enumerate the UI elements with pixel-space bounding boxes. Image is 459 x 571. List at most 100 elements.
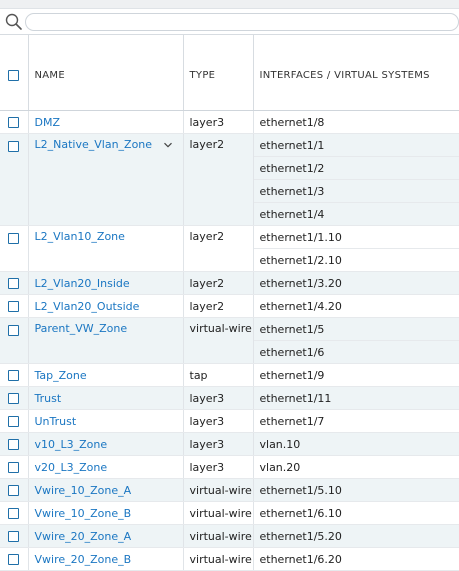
interface-cell: ethernet1/2.10 bbox=[253, 248, 459, 272]
row-select-cell bbox=[0, 386, 29, 410]
table-row[interactable]: L2_Vlan10_Zone layer2 ethernet1/1.10 bbox=[0, 225, 459, 272]
interface-cell: ethernet1/6 bbox=[253, 340, 459, 364]
table-row[interactable]: Tap_Zone tap ethernet1/9 bbox=[0, 363, 459, 387]
zone-name-link[interactable]: Vwire_20_Zone_A bbox=[35, 530, 132, 543]
search-icon[interactable] bbox=[4, 12, 24, 32]
row-checkbox[interactable] bbox=[8, 324, 20, 336]
table-row[interactable]: v20_L3_Zone layer3 vlan.20 bbox=[0, 455, 459, 479]
zone-type-cell: virtual-wire bbox=[183, 317, 254, 364]
zone-name-link[interactable]: Vwire_20_Zone_B bbox=[35, 553, 132, 566]
select-all-checkbox[interactable] bbox=[8, 69, 20, 81]
row-select-cell bbox=[0, 524, 29, 548]
row-checkbox[interactable] bbox=[8, 117, 20, 128]
table-row[interactable]: DMZ layer3 ethernet1/8 bbox=[0, 110, 459, 134]
column-header-interfaces[interactable]: INTERFACES / VIRTUAL SYSTEMS bbox=[253, 35, 459, 111]
interface-cell: ethernet1/5.10 bbox=[253, 478, 459, 502]
zone-name-link[interactable]: Tap_Zone bbox=[35, 369, 87, 382]
row-checkbox[interactable] bbox=[8, 439, 20, 450]
table-row[interactable]: Vwire_10_Zone_A virtual-wire ethernet1/5.1… bbox=[0, 478, 459, 502]
interface-cell: ethernet1/6.20 bbox=[253, 547, 459, 571]
row-checkbox[interactable] bbox=[8, 140, 20, 152]
row-checkbox[interactable] bbox=[8, 416, 20, 427]
zone-name-cell: DMZ bbox=[28, 110, 184, 134]
zone-name-link[interactable]: Trust bbox=[35, 392, 62, 405]
zone-name-wrapper: Vwire_10_Zone_B bbox=[35, 507, 183, 520]
zone-name-wrapper: DMZ bbox=[35, 116, 183, 129]
zone-type-cell: virtual-wire bbox=[183, 501, 254, 525]
zone-name-cell: Parent_VW_Zone bbox=[28, 317, 184, 364]
row-select-cell bbox=[0, 271, 29, 295]
row-select-cell bbox=[0, 133, 29, 226]
row-checkbox[interactable] bbox=[8, 508, 20, 519]
row-checkbox[interactable] bbox=[8, 278, 20, 289]
zone-name-link[interactable]: v20_L3_Zone bbox=[35, 461, 108, 474]
zone-name-wrapper: UnTrust bbox=[35, 415, 183, 428]
zone-name-wrapper: v20_L3_Zone bbox=[35, 461, 183, 474]
zone-name-link[interactable]: v10_L3_Zone bbox=[35, 438, 108, 451]
zone-type-cell: layer3 bbox=[183, 386, 254, 410]
column-header-name[interactable]: NAME bbox=[28, 35, 184, 111]
row-checkbox[interactable] bbox=[8, 301, 20, 312]
interface-cell: ethernet1/1 bbox=[253, 133, 459, 157]
row-checkbox[interactable] bbox=[8, 393, 20, 404]
search-input[interactable] bbox=[25, 12, 459, 31]
zone-name-wrapper: L2_Native_Vlan_Zone bbox=[35, 138, 183, 151]
column-header-type[interactable]: TYPE bbox=[183, 35, 254, 111]
zone-name-cell: UnTrust bbox=[28, 409, 184, 433]
table-row[interactable]: v10_L3_Zone layer3 vlan.10 bbox=[0, 432, 459, 456]
zone-name-link[interactable]: L2_Vlan20_Inside bbox=[35, 277, 130, 290]
table-row[interactable]: Parent_VW_Zone virtual-wire ethernet1/5 bbox=[0, 317, 459, 364]
row-select-cell bbox=[0, 432, 29, 456]
row-select-cell bbox=[0, 294, 29, 318]
zone-name-link[interactable]: L2_Vlan10_Zone bbox=[35, 230, 125, 243]
row-checkbox[interactable] bbox=[8, 462, 20, 473]
zone-name-cell: v10_L3_Zone bbox=[28, 432, 184, 456]
table-row[interactable]: UnTrust layer3 ethernet1/7 bbox=[0, 409, 459, 433]
chevron-down-icon[interactable] bbox=[163, 140, 173, 150]
zone-name-wrapper: L2_Vlan20_Outside bbox=[35, 300, 183, 313]
zone-type-cell: virtual-wire bbox=[183, 524, 254, 548]
zone-name-link[interactable]: Vwire_10_Zone_A bbox=[35, 484, 132, 497]
table-row[interactable]: L2_Vlan20_Inside layer2 ethernet1/3.20 bbox=[0, 271, 459, 295]
interface-cell: ethernet1/4.20 bbox=[253, 294, 459, 318]
table-row[interactable]: Trust layer3 ethernet1/11 bbox=[0, 386, 459, 410]
zones-table-body: DMZ layer3 ethernet1/8 L2_Native_Vlan_Zone l… bbox=[0, 110, 459, 571]
zone-name-link[interactable]: DMZ bbox=[35, 116, 61, 129]
interface-cell: ethernet1/5.20 bbox=[253, 524, 459, 548]
table-row[interactable]: Vwire_20_Zone_A virtual-wire ethernet1/5.2… bbox=[0, 524, 459, 548]
interface-cell: ethernet1/7 bbox=[253, 409, 459, 433]
row-checkbox[interactable] bbox=[8, 554, 20, 565]
zone-type-cell: virtual-wire bbox=[183, 478, 254, 502]
row-checkbox[interactable] bbox=[8, 370, 20, 381]
row-checkbox[interactable] bbox=[8, 232, 20, 244]
zone-type-cell: layer2 bbox=[183, 133, 254, 226]
row-select-cell bbox=[0, 363, 29, 387]
row-checkbox[interactable] bbox=[8, 531, 20, 542]
zone-name-link[interactable]: Vwire_10_Zone_B bbox=[35, 507, 132, 520]
zone-type-cell: layer3 bbox=[183, 409, 254, 433]
zone-name-wrapper: v10_L3_Zone bbox=[35, 438, 183, 451]
table-row[interactable]: Vwire_10_Zone_B virtual-wire ethernet1/6.1… bbox=[0, 501, 459, 525]
row-select-cell bbox=[0, 455, 29, 479]
table-row[interactable]: Vwire_20_Zone_B virtual-wire ethernet1/6.2… bbox=[0, 547, 459, 571]
interface-cell: ethernet1/9 bbox=[253, 363, 459, 387]
zone-name-cell: L2_Vlan20_Inside bbox=[28, 271, 184, 295]
zone-name-link[interactable]: UnTrust bbox=[35, 415, 77, 428]
interface-cell: vlan.10 bbox=[253, 432, 459, 456]
zone-name-wrapper: Parent_VW_Zone bbox=[35, 322, 183, 335]
zone-name-wrapper: L2_Vlan10_Zone bbox=[35, 230, 183, 243]
zone-name-cell: Vwire_10_Zone_A bbox=[28, 478, 184, 502]
interface-cell: ethernet1/5 bbox=[253, 317, 459, 341]
interface-cell: ethernet1/4 bbox=[253, 202, 459, 226]
table-row[interactable]: L2_Native_Vlan_Zone layer2 ethernet1/1 bbox=[0, 133, 459, 226]
zone-name-link[interactable]: Parent_VW_Zone bbox=[35, 322, 128, 335]
zone-name-wrapper: Vwire_20_Zone_B bbox=[35, 553, 183, 566]
zone-type-cell: layer3 bbox=[183, 432, 254, 456]
top-bar bbox=[0, 0, 459, 9]
row-checkbox[interactable] bbox=[8, 485, 20, 496]
zone-name-cell: v20_L3_Zone bbox=[28, 455, 184, 479]
zone-name-link[interactable]: L2_Native_Vlan_Zone bbox=[35, 138, 153, 151]
zone-name-link[interactable]: L2_Vlan20_Outside bbox=[35, 300, 140, 313]
row-select-cell bbox=[0, 317, 29, 364]
table-row[interactable]: L2_Vlan20_Outside layer2 ethernet1/4.20 bbox=[0, 294, 459, 318]
